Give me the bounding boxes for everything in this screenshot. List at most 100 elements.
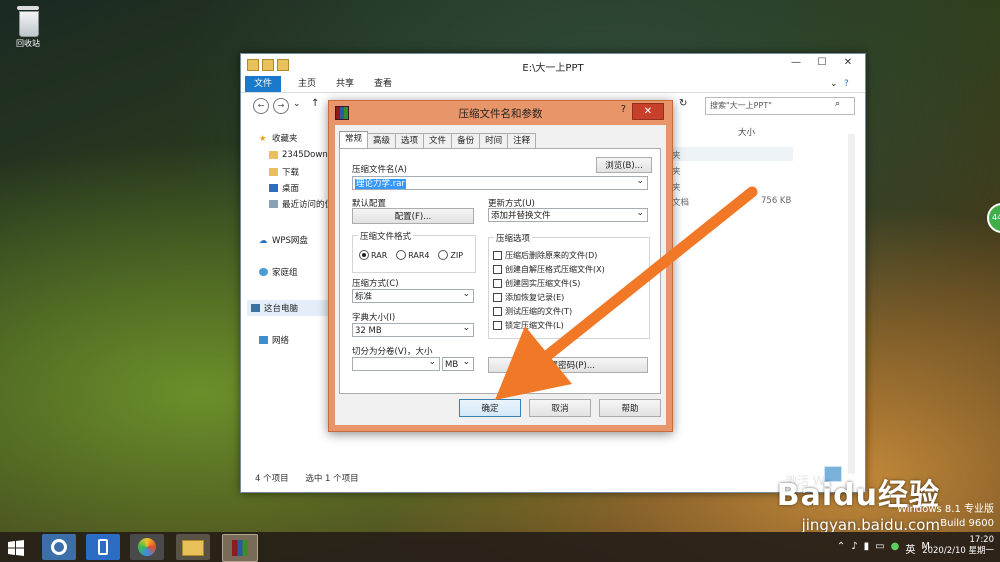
archive-name-input[interactable]: 理论力学.rar <box>352 174 648 190</box>
forward-icon[interactable]: → <box>273 98 289 114</box>
cancel-button[interactable]: 取消 <box>529 399 591 417</box>
battery-icon[interactable]: ▭ <box>875 541 884 556</box>
back-icon[interactable]: ← <box>253 98 269 114</box>
format-rar4-radio[interactable]: RAR4 <box>396 250 430 260</box>
chevron-down-icon[interactable]: ⌄ <box>293 99 301 109</box>
nav-network[interactable]: 网络 <box>259 334 289 346</box>
options-group: 压缩选项 压缩后删除原来的文件(D) 创建自解压格式压缩文件(X) 创建固实压缩… <box>488 232 650 339</box>
options-group-title: 压缩选项 <box>494 232 533 244</box>
scrollbar[interactable] <box>848 134 855 474</box>
clock-time: 17:20 <box>969 535 995 545</box>
dialog-tabs: 常规 高级 选项 文件 备份 时间 注释 <box>339 131 537 148</box>
speaker-icon[interactable]: ♪ <box>851 541 857 556</box>
help-button[interactable]: 帮助 <box>599 399 661 417</box>
nav-wps-cloud[interactable]: ☁ WPS网盘 <box>259 234 308 246</box>
refresh-icon[interactable]: ↻ <box>679 98 687 109</box>
taskbar-explorer[interactable] <box>176 534 210 560</box>
option-sfx[interactable]: 创建自解压格式压缩文件(X) <box>493 264 605 275</box>
tray-up-arrow-icon[interactable]: ⌃ <box>837 541 845 556</box>
archive-dialog: 压缩文件名和参数 ? ✕ 常规 高级 选项 文件 备份 时间 注释 压缩文件名(… <box>328 100 673 432</box>
taskbar-phone[interactable] <box>86 534 120 560</box>
set-password-button[interactable]: 设置密码(P)... <box>488 357 648 373</box>
tab-general[interactable]: 常规 <box>339 131 369 148</box>
system-tray: ⌃ ♪ ▮ ▭ ● 英 M <box>837 541 930 556</box>
search-input[interactable]: 搜索"大一上PPT" <box>705 97 855 115</box>
tab-home[interactable]: 主页 <box>289 76 325 92</box>
clock[interactable]: 17:20 2020/2/10 星期一 <box>922 535 994 557</box>
computer-icon <box>251 304 260 312</box>
tab-backup[interactable]: 备份 <box>451 133 481 148</box>
general-panel: 压缩文件名(A) 浏览(B)... 理论力学.rar 默认配置 配置(F)...… <box>339 148 661 394</box>
os-edition: Windows 8.1 专业版 <box>897 504 994 515</box>
tab-time[interactable]: 时间 <box>479 133 509 148</box>
split-size-input[interactable] <box>352 355 440 371</box>
option-recovery-record[interactable]: 添加恢复记录(E) <box>493 292 564 303</box>
profiles-button[interactable]: 配置(F)... <box>352 208 474 224</box>
tab-share[interactable]: 共享 <box>327 76 363 92</box>
file-type-cell: 夹 <box>672 151 681 161</box>
tab-view[interactable]: 查看 <box>365 76 401 92</box>
browse-button[interactable]: 浏览(B)... <box>596 157 652 173</box>
nav-desktop[interactable]: 桌面 <box>269 182 299 194</box>
recycle-bin[interactable]: 回收站 <box>6 4 50 49</box>
tab-advanced[interactable]: 高级 <box>367 133 397 148</box>
security-icon[interactable]: ● <box>891 541 900 556</box>
option-solid[interactable]: 创建固实压缩文件(S) <box>493 278 580 289</box>
windows-logo-icon <box>8 540 24 556</box>
option-test[interactable]: 测试压缩的文件(T) <box>493 306 572 317</box>
option-lock[interactable]: 锁定压缩文件(L) <box>493 320 564 331</box>
status-selected-count: 选中 1 个项目 <box>305 474 359 484</box>
method-label: 压缩方式(C) <box>352 279 399 289</box>
column-header-size[interactable]: 大小 <box>738 126 755 138</box>
colorful-app-icon <box>138 538 156 556</box>
phone-icon <box>98 539 108 555</box>
option-delete-after[interactable]: 压缩后删除原来的文件(D) <box>493 250 597 261</box>
selected-row[interactable] <box>671 147 793 161</box>
tab-files[interactable]: 文件 <box>423 133 453 148</box>
format-group-title: 压缩文件格式 <box>358 230 414 242</box>
dialog-close-button[interactable]: ✕ <box>632 103 664 120</box>
close-button[interactable]: ✕ <box>835 54 861 72</box>
format-zip-radio[interactable]: ZIP <box>438 250 463 260</box>
nav-favorites[interactable]: ★ 收藏夹 <box>259 132 298 144</box>
nav-recent[interactable]: 最近访问的位 <box>269 198 333 210</box>
browser-icon <box>51 539 67 555</box>
archive-name-label: 压缩文件名(A) <box>352 165 407 175</box>
file-type-cell: 夹 <box>672 183 681 193</box>
taskbar-browser[interactable] <box>42 534 76 560</box>
desktop-icon <box>269 184 278 192</box>
file-type-cell: 夹 <box>672 167 681 177</box>
ok-button[interactable]: 确定 <box>459 399 521 417</box>
maximize-button[interactable]: ☐ <box>809 54 835 72</box>
dialog-titlebar: 压缩文件名和参数 ? ✕ <box>329 101 672 123</box>
format-rar-radio[interactable]: RAR <box>359 250 387 260</box>
update-mode-select[interactable]: 添加并替换文件 <box>488 206 648 222</box>
help-title-button[interactable]: ? <box>621 104 626 115</box>
cloud-icon: ☁ <box>259 236 268 246</box>
minimize-button[interactable]: — <box>783 54 809 72</box>
nav-this-pc[interactable]: 这台电脑 <box>247 300 333 316</box>
split-label: 切分为分卷(V)，大小 <box>352 347 433 357</box>
search-icon: ⌕ <box>835 99 841 109</box>
dictionary-select[interactable]: 32 MB <box>352 321 474 337</box>
explorer-titlebar: E:\大一上PPT — ☐ ✕ <box>241 54 865 76</box>
file-type-cell: 文档 <box>672 198 690 208</box>
start-button[interactable] <box>8 540 24 556</box>
network-icon <box>259 336 268 344</box>
taskbar: ⌃ ♪ ▮ ▭ ● 英 M 17:20 2020/2/10 星期一 <box>0 532 1000 562</box>
help-icon[interactable]: ? <box>835 76 858 92</box>
taskbar-winrar[interactable] <box>222 534 258 562</box>
tab-file[interactable]: 文件 <box>245 76 282 92</box>
split-unit-select[interactable]: MB <box>442 355 474 371</box>
ime-indicator[interactable]: 英 <box>905 541 915 556</box>
up-icon[interactable]: ↑ <box>311 98 319 109</box>
tab-options[interactable]: 选项 <box>395 133 425 148</box>
method-select[interactable]: 标准 <box>352 287 474 303</box>
nav-downloads[interactable]: 下载 <box>269 166 299 178</box>
floating-badge[interactable]: 44 <box>987 203 1000 233</box>
nav-homegroup[interactable]: 家庭组 <box>259 266 298 278</box>
network-tray-icon[interactable]: ▮ <box>864 541 870 556</box>
nav-2345down[interactable]: 2345Down <box>269 150 328 160</box>
taskbar-360[interactable] <box>130 534 164 560</box>
tab-comment[interactable]: 注释 <box>507 133 537 148</box>
